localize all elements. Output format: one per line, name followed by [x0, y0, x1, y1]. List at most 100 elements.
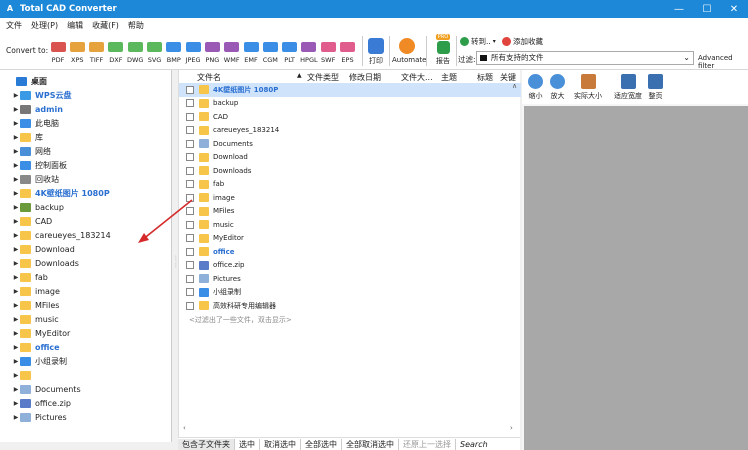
convert-hpgl-button[interactable]: HPGL	[300, 42, 318, 64]
expand-arrow-icon[interactable]: ▶	[12, 148, 20, 155]
file-row[interactable]: office	[179, 245, 521, 259]
file-row[interactable]: MFiles	[179, 205, 521, 219]
file-row[interactable]: music	[179, 218, 521, 232]
menu-item[interactable]: 处理(P)	[31, 20, 58, 31]
zoom-out-button[interactable]: 缩小	[528, 74, 543, 101]
tree-item[interactable]: ▶ 小组录制	[12, 354, 67, 368]
expand-arrow-icon[interactable]: ▶	[12, 176, 20, 183]
expand-arrow-icon[interactable]: ▶	[12, 330, 20, 337]
file-row[interactable]: CAD	[179, 110, 521, 124]
deselect-button[interactable]: 取消选中	[260, 438, 301, 450]
column-header-cell[interactable]: 标题	[477, 72, 493, 83]
file-checkbox[interactable]	[186, 180, 194, 189]
tree-item[interactable]: ▶ office.zip	[12, 396, 71, 410]
deselect-all-button[interactable]: 全部取消选中	[342, 438, 399, 450]
expand-arrow-icon[interactable]: ▶	[12, 344, 20, 351]
goto-button[interactable]: 转到.. ▾	[460, 36, 496, 47]
expand-arrow-icon[interactable]: ▶	[12, 400, 20, 407]
file-checkbox[interactable]	[186, 112, 194, 121]
tree-item[interactable]: ▶	[12, 368, 35, 382]
file-row[interactable]: Downloads	[179, 164, 521, 178]
tree-item[interactable]: ▶ CAD	[12, 214, 52, 228]
tree-item[interactable]: ▶ 控制面板	[12, 158, 67, 172]
fit-width-button[interactable]: 适应宽度	[614, 74, 642, 101]
filter-select[interactable]: 所有支持的文件 ⌄	[476, 51, 694, 65]
zoom-in-button[interactable]: 放大	[550, 74, 565, 101]
expand-arrow-icon[interactable]: ▶	[12, 162, 20, 169]
add-favorite-button[interactable]: 添加收藏	[502, 36, 543, 47]
include-subfolders-button[interactable]: 包含子文件夹	[178, 438, 235, 450]
file-row[interactable]: 小组录制	[179, 286, 521, 300]
search-button[interactable]: Search	[456, 440, 492, 449]
expand-arrow-icon[interactable]: ▶	[12, 204, 20, 211]
convert-wmf-button[interactable]: WMF	[224, 42, 240, 64]
tree-item[interactable]: ▶ 此电脑	[12, 116, 59, 130]
menu-item[interactable]: 文件	[6, 20, 22, 31]
expand-arrow-icon[interactable]: ▶	[12, 190, 20, 197]
file-row[interactable]: Pictures	[179, 272, 521, 286]
automate-button[interactable]: Automate	[392, 38, 426, 64]
file-row[interactable]: MyEditor	[179, 232, 521, 246]
restore-selection-button[interactable]: 还原上一选择	[399, 438, 456, 450]
tree-item[interactable]: ▶ 库	[12, 130, 43, 144]
column-header-cell[interactable]: 主题	[441, 72, 457, 83]
expand-arrow-icon[interactable]: ▶	[12, 120, 20, 127]
expand-arrow-icon[interactable]: ▶	[12, 92, 20, 99]
file-row[interactable]: image	[179, 191, 521, 205]
preview-canvas[interactable]	[524, 106, 748, 450]
file-row[interactable]: backup	[179, 97, 521, 111]
tree-item[interactable]: ▶ admin	[12, 102, 63, 116]
full-page-button[interactable]: 整页	[648, 74, 663, 101]
convert-pdf-button[interactable]: PDF	[50, 42, 66, 64]
expand-arrow-icon[interactable]: ▶	[12, 218, 20, 225]
convert-jpeg-button[interactable]: JPEG	[185, 42, 201, 64]
column-header-cell[interactable]: 文件大...	[401, 72, 433, 83]
report-button[interactable]: PRO 报告	[432, 34, 454, 66]
minimize-button[interactable]: —	[664, 0, 694, 18]
file-checkbox[interactable]	[186, 274, 194, 283]
tree-item[interactable]: ▶ MFiles	[12, 298, 59, 312]
file-checkbox[interactable]	[186, 153, 194, 162]
file-checkbox[interactable]	[186, 85, 194, 94]
expand-arrow-icon[interactable]: ▶	[12, 386, 20, 393]
maximize-button[interactable]: ☐	[692, 0, 722, 18]
expand-arrow-icon[interactable]: ▶	[12, 414, 20, 421]
print-button[interactable]: 打印	[366, 38, 386, 66]
tree-item[interactable]: ▶ 网络	[12, 144, 51, 158]
file-row[interactable]: office.zip	[179, 259, 521, 273]
tree-item[interactable]: ▶ office	[12, 340, 60, 354]
file-checkbox[interactable]	[186, 126, 194, 135]
actual-size-button[interactable]: 实际大小	[574, 74, 602, 101]
file-list[interactable]: 文件名 文件类型 修改日期 文件大... 主题 标题 关键 ▲ 4K壁纸图片 1080P bac…	[178, 70, 521, 442]
file-checkbox[interactable]	[186, 99, 194, 108]
tree-item[interactable]: ▶ Pictures	[12, 410, 67, 424]
column-header-cell[interactable]: 修改日期	[349, 72, 381, 83]
convert-cgm-button[interactable]: CGM	[262, 42, 278, 64]
file-checkbox[interactable]	[186, 139, 194, 148]
tree-item[interactable]: ▶ image	[12, 284, 60, 298]
file-checkbox[interactable]	[186, 288, 194, 297]
tree-item[interactable]: ▶ 回收站	[12, 172, 59, 186]
tree-item[interactable]: ▶ careueyes_183214	[12, 228, 111, 242]
convert-bmp-button[interactable]: BMP	[166, 42, 182, 64]
file-row[interactable]: 4K壁纸图片 1080P	[179, 83, 521, 97]
expand-arrow-icon[interactable]: ▶	[12, 232, 20, 239]
tree-item[interactable]: ▶ backup	[12, 200, 64, 214]
expand-arrow-icon[interactable]: ▶	[12, 106, 20, 113]
column-header-cell[interactable]: 文件名	[197, 72, 221, 83]
select-button[interactable]: 选中	[235, 438, 260, 450]
file-row[interactable]: careueyes_183214	[179, 124, 521, 138]
expand-arrow-icon[interactable]: ▶	[12, 134, 20, 141]
file-checkbox[interactable]	[186, 301, 194, 310]
select-all-button[interactable]: 全部选中	[301, 438, 342, 450]
expand-arrow-icon[interactable]: ▶	[12, 288, 20, 295]
file-checkbox[interactable]	[186, 166, 194, 175]
expand-arrow-icon[interactable]: ▶	[12, 260, 20, 267]
expand-arrow-icon[interactable]: ▶	[12, 246, 20, 253]
scroll-up-icon[interactable]: ∧	[512, 82, 517, 90]
tree-item[interactable]: ▶ WPS云盘	[12, 88, 71, 102]
menu-item[interactable]: 编辑	[67, 20, 83, 31]
tree-item[interactable]: ▶ 4K壁纸图片 1080P	[12, 186, 110, 200]
file-row[interactable]: Download	[179, 151, 521, 165]
convert-swf-button[interactable]: SWF	[320, 42, 336, 64]
